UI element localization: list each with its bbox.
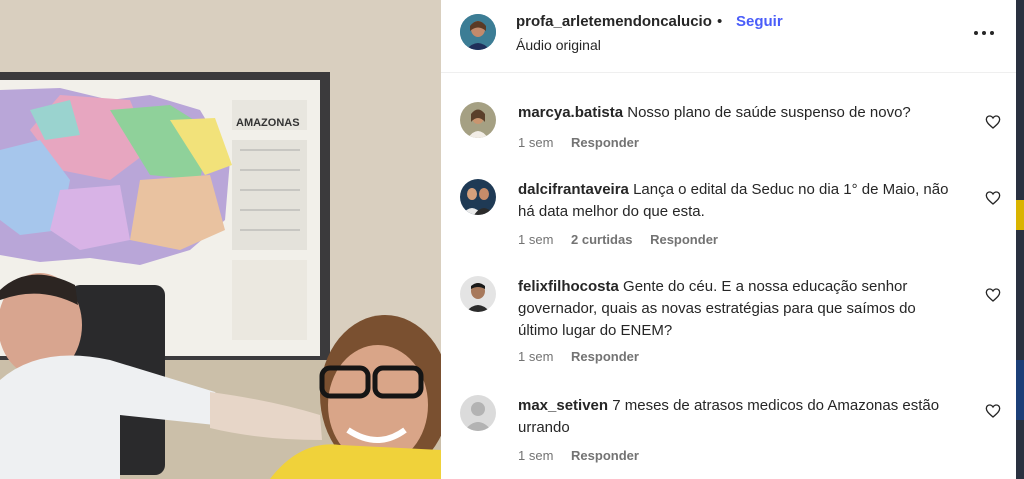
commenter-avatar[interactable] [460, 276, 496, 312]
comment-likes[interactable]: 2 curtidas [571, 232, 632, 247]
commenter-avatar[interactable] [460, 179, 496, 215]
post-header: profa_arletemendoncalucio • Seguir Áudio… [441, 0, 1016, 73]
commenter-username[interactable]: felixfilhocosta [518, 278, 619, 295]
comment-time[interactable]: 1 sem [518, 448, 553, 463]
comment-message: Nosso plano de saúde suspenso de novo? [627, 104, 911, 121]
video-player[interactable]: AMAZONAS [0, 0, 441, 479]
comment-text: marcya.batista Nosso plano de saúde susp… [518, 102, 958, 124]
reel-viewer: AMAZONAS profa_arletemendoncalucio • Seg… [0, 0, 1024, 479]
audio-label[interactable]: Áudio original [516, 37, 601, 53]
follow-button[interactable]: Seguir [736, 13, 783, 30]
comment-text: felixfilhocosta Gente do céu. E a nossa … [518, 276, 958, 342]
separator-dot: • [717, 13, 723, 30]
comment-time[interactable]: 1 sem [518, 349, 553, 364]
comment-text: dalcifrantaveira Lança o edital da Seduc… [518, 179, 958, 223]
more-options-icon[interactable] [972, 22, 996, 42]
comment-time[interactable]: 1 sem [518, 135, 553, 150]
reply-button[interactable]: Responder [571, 135, 639, 150]
preview-shape [1016, 200, 1024, 230]
comment-meta: 1 sem Responder [518, 448, 653, 463]
comment-time[interactable]: 1 sem [518, 232, 553, 247]
comment-text: max_setiven 7 meses de atrasos medicos d… [518, 395, 958, 439]
comment-meta: 1 sem Responder [518, 349, 653, 364]
reply-button[interactable]: Responder [650, 232, 718, 247]
reply-button[interactable]: Responder [571, 448, 639, 463]
next-reel-preview[interactable] [1016, 0, 1024, 479]
preview-shape [1016, 360, 1024, 420]
comments-panel: profa_arletemendoncalucio • Seguir Áudio… [441, 0, 1016, 479]
commenter-avatar[interactable] [460, 395, 496, 431]
like-heart-icon[interactable] [985, 403, 1001, 419]
comment-meta: 1 sem Responder [518, 135, 653, 150]
like-heart-icon[interactable] [985, 287, 1001, 303]
like-heart-icon[interactable] [985, 190, 1001, 206]
author-username[interactable]: profa_arletemendoncalucio [516, 13, 712, 30]
video-frame-image: AMAZONAS [0, 0, 441, 479]
like-heart-icon[interactable] [985, 114, 1001, 130]
map-title: AMAZONAS [236, 117, 300, 129]
commenter-username[interactable]: max_setiven [518, 397, 608, 414]
comment-meta: 1 sem 2 curtidas Responder [518, 232, 732, 247]
commenter-username[interactable]: marcya.batista [518, 104, 623, 121]
reply-button[interactable]: Responder [571, 349, 639, 364]
author-avatar[interactable] [460, 14, 496, 50]
commenter-avatar[interactable] [460, 102, 496, 138]
commenter-username[interactable]: dalcifrantaveira [518, 181, 629, 198]
